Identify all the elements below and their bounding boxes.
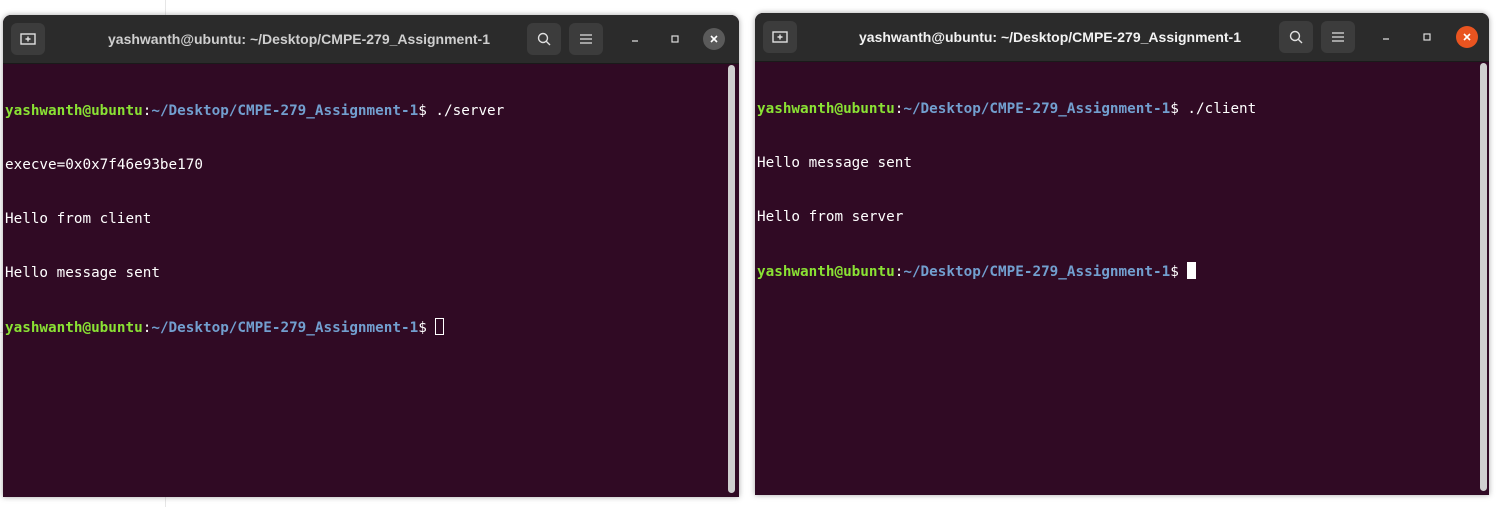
search-button[interactable]: [527, 23, 561, 55]
output-line: Hello from client: [5, 211, 152, 227]
prompt-path: ~/Desktop/CMPE-279_Assignment-1: [151, 103, 419, 119]
minimize-icon: [632, 40, 638, 42]
prompt-line: yashwanth@ubuntu:~/Desktop/CMPE-279_Assi…: [5, 318, 737, 336]
menu-button[interactable]: [569, 23, 603, 55]
window-title: yashwanth@ubuntu: ~/Desktop/CMPE-279_Ass…: [859, 29, 1241, 45]
hamburger-icon: [580, 34, 592, 44]
close-button[interactable]: [1456, 26, 1478, 48]
output-line: Hello message sent: [5, 265, 160, 281]
prompt-symbol: $: [1170, 101, 1188, 117]
prompt-symbol: $: [418, 103, 436, 119]
prompt-user: yashwanth@ubuntu: [757, 264, 895, 280]
prompt-user: yashwanth@ubuntu: [757, 101, 895, 117]
output-line: execve=0x0x7f46e93be170: [5, 157, 203, 173]
maximize-icon: [671, 35, 679, 43]
terminal-window-client[interactable]: yashwanth@ubuntu: ~/Desktop/CMPE-279_Ass…: [755, 13, 1489, 495]
scrollbar[interactable]: [728, 65, 735, 493]
scrollbar[interactable]: [1480, 63, 1487, 491]
command-text: ./client: [1187, 101, 1257, 117]
terminal-output[interactable]: yashwanth@ubuntu:~/Desktop/CMPE-279_Assi…: [755, 62, 1489, 316]
prompt-path: ~/Desktop/CMPE-279_Assignment-1: [903, 264, 1171, 280]
terminal-output[interactable]: yashwanth@ubuntu:~/Desktop/CMPE-279_Assi…: [3, 64, 739, 372]
close-icon: [710, 35, 718, 43]
prompt-symbol: $: [1170, 264, 1188, 280]
titlebar[interactable]: yashwanth@ubuntu: ~/Desktop/CMPE-279_Ass…: [755, 13, 1489, 62]
prompt-symbol: $: [418, 320, 436, 336]
output-line: Hello message sent: [757, 155, 912, 171]
prompt-path: ~/Desktop/CMPE-279_Assignment-1: [151, 320, 419, 336]
cursor: [1187, 262, 1197, 279]
prompt-line: yashwanth@ubuntu:~/Desktop/CMPE-279_Assi…: [757, 262, 1487, 280]
search-icon: [537, 32, 551, 46]
minimize-button[interactable]: [1375, 26, 1397, 48]
new-tab-button[interactable]: [11, 23, 45, 55]
plus-icon: [772, 31, 788, 43]
maximize-button[interactable]: [664, 28, 686, 50]
hamburger-icon: [1332, 32, 1344, 42]
maximize-icon: [1423, 33, 1431, 41]
menu-button[interactable]: [1321, 21, 1355, 53]
plus-icon: [20, 33, 36, 45]
prompt-user: yashwanth@ubuntu: [5, 320, 143, 336]
cursor: [435, 318, 445, 335]
search-icon: [1289, 30, 1303, 44]
prompt-user: yashwanth@ubuntu: [5, 103, 143, 119]
search-button[interactable]: [1279, 21, 1313, 53]
close-button[interactable]: [703, 28, 725, 50]
prompt-line: yashwanth@ubuntu:~/Desktop/CMPE-279_Assi…: [757, 100, 1487, 118]
close-icon: [1463, 33, 1471, 41]
terminal-window-server[interactable]: yashwanth@ubuntu: ~/Desktop/CMPE-279_Ass…: [3, 15, 739, 497]
maximize-button[interactable]: [1416, 26, 1438, 48]
prompt-path: ~/Desktop/CMPE-279_Assignment-1: [903, 101, 1171, 117]
minimize-icon: [1383, 38, 1389, 40]
prompt-line: yashwanth@ubuntu:~/Desktop/CMPE-279_Assi…: [5, 102, 737, 120]
window-title: yashwanth@ubuntu: ~/Desktop/CMPE-279_Ass…: [108, 31, 490, 47]
minimize-button[interactable]: [624, 28, 646, 50]
new-tab-button[interactable]: [763, 21, 797, 53]
titlebar[interactable]: yashwanth@ubuntu: ~/Desktop/CMPE-279_Ass…: [3, 15, 739, 64]
output-line: Hello from server: [757, 209, 904, 225]
command-text: ./server: [435, 103, 505, 119]
